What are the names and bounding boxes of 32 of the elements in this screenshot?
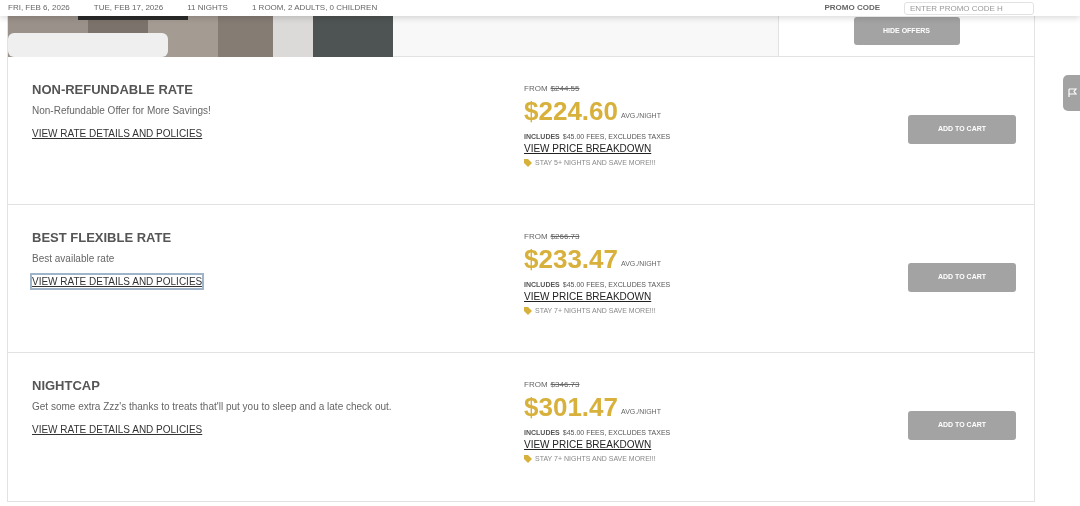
- price-breakdown-link[interactable]: VIEW PRICE BREAKDOWN: [524, 142, 652, 155]
- rate-description: Best available rate: [32, 252, 115, 265]
- rate-description: Get some extra Zzz's thanks to treats that'll put you to sleep and a late check out.: [32, 400, 392, 413]
- rate-price: $233.47: [524, 244, 618, 274]
- check-out-date[interactable]: TUE, FEB 17, 2026: [93, 2, 164, 14]
- rate-price: $301.47: [524, 392, 618, 422]
- original-price: $244.55: [550, 83, 580, 94]
- rate-title: NIGHTCAP: [32, 378, 100, 394]
- rate-title: BEST FLEXIBLE RATE: [32, 230, 172, 246]
- promo-label: PROMO CODE: [824, 2, 880, 14]
- original-price: $346.73: [550, 379, 580, 390]
- guests-summary[interactable]: 1 ROOM, 2 ADULTS, 0 CHILDREN: [251, 2, 378, 14]
- tag-icon: [524, 455, 532, 463]
- from-label: FROM: [524, 231, 548, 242]
- rate-title: NON-REFUNDABLE RATE: [32, 82, 193, 98]
- rate-details-link[interactable]: VIEW RATE DETAILS AND POLICIES: [32, 275, 203, 288]
- tag-icon: [524, 159, 532, 167]
- flag-icon: [1068, 88, 1078, 98]
- tag-icon: [524, 307, 532, 315]
- from-label: FROM: [524, 379, 548, 390]
- rate-details-link[interactable]: VIEW RATE DETAILS AND POLICIES: [32, 423, 203, 436]
- rate-details-link[interactable]: VIEW RATE DETAILS AND POLICIES: [32, 127, 203, 140]
- nights-count: 11 NIGHTS: [187, 2, 228, 14]
- rate-description: Non-Refundable Offer for More Savings!: [32, 104, 211, 117]
- original-price: $266.73: [550, 231, 580, 242]
- from-label: FROM: [524, 83, 548, 94]
- check-in-date[interactable]: FRI, FEB 6, 2026: [8, 2, 70, 14]
- price-breakdown-link[interactable]: VIEW PRICE BREAKDOWN: [524, 290, 652, 303]
- price-breakdown-link[interactable]: VIEW PRICE BREAKDOWN: [524, 438, 652, 451]
- rate-price: $224.60: [524, 96, 618, 126]
- promo-field[interactable]: ENTER PROMO CODE H: [904, 1, 1034, 15]
- side-tab[interactable]: [1063, 75, 1080, 111]
